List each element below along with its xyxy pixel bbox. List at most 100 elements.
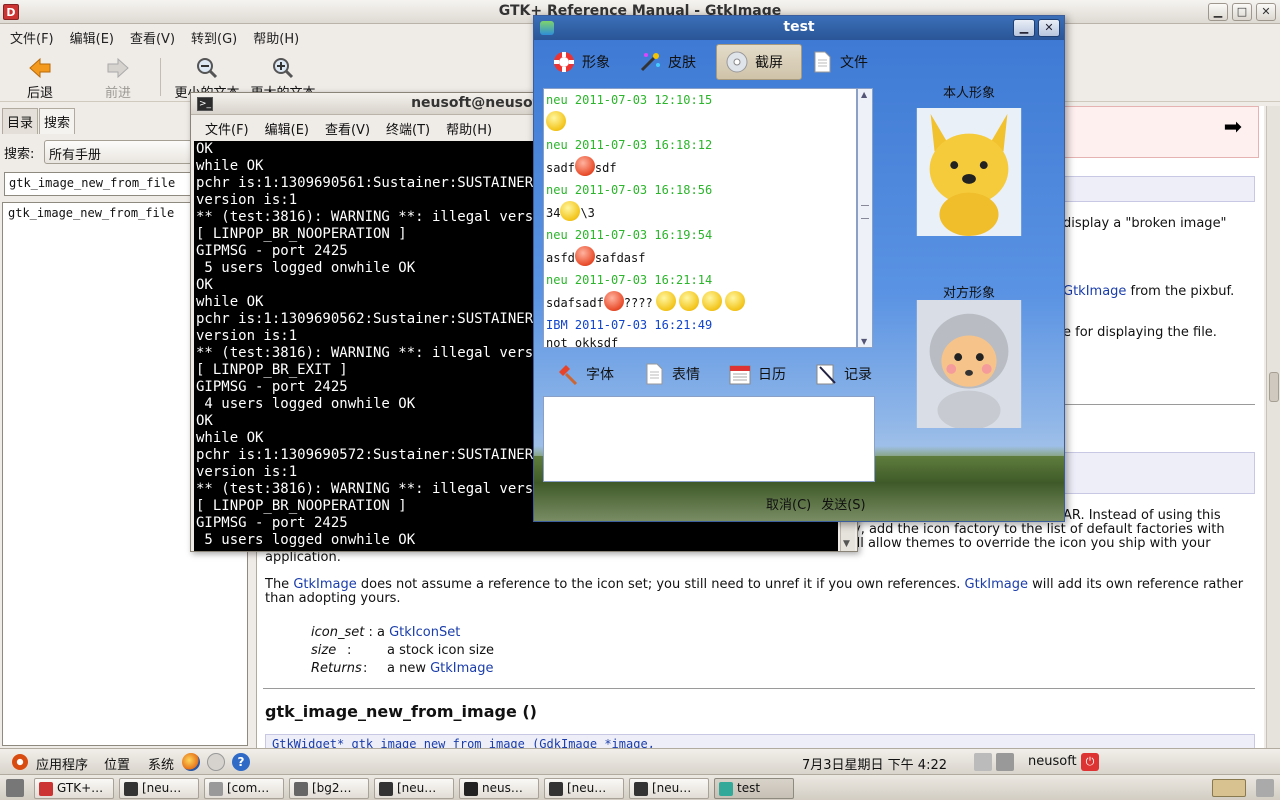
terminal-menu-help[interactable]: 帮助(H)	[440, 115, 498, 139]
applications-menu[interactable]: 应用程序	[36, 754, 88, 773]
trash-icon[interactable]	[1256, 779, 1274, 797]
close-button[interactable]: ✕	[1256, 3, 1276, 21]
peer-avatar-label: 对方形象	[942, 286, 995, 301]
chat-history[interactable]: neu 2011-07-03 12:10:15 neu 2011-07-03 16…	[543, 88, 857, 348]
taskbar-button[interactable]: neus…	[459, 778, 539, 799]
taskbar-button-label: [bg2…	[312, 781, 352, 795]
message-body: 34 \3	[546, 199, 842, 226]
chat-history-scrollbar[interactable]: ▲ ▼	[857, 88, 873, 348]
calendar-tool-button[interactable]: 日历	[720, 356, 806, 392]
chat-close-button[interactable]: ✕	[1038, 19, 1060, 37]
section-heading: gtk_image_new_from_image ()	[265, 702, 537, 721]
workspace-switcher[interactable]	[1212, 779, 1246, 797]
terminal-menu-terminal[interactable]: 终端(T)	[380, 115, 436, 139]
taskbar-button[interactable]: [com…	[204, 778, 284, 799]
skin-tool-button[interactable]: 皮肤	[630, 44, 716, 80]
cancel-button[interactable]: 取消(C)	[766, 494, 811, 513]
mail-icon[interactable]	[207, 753, 225, 771]
taskbar-button-label: neus…	[482, 781, 523, 795]
terminal-menu-edit[interactable]: 编辑(E)	[259, 115, 315, 139]
chat-minimize-button[interactable]: ▁	[1013, 19, 1035, 37]
maximize-button[interactable]: □	[1232, 3, 1252, 21]
terminal-line: 5 users logged onwhile OK	[196, 532, 416, 548]
firefox-icon[interactable]	[182, 753, 200, 771]
message-header: neu 2011-07-03 16:21:14	[546, 273, 713, 287]
taskbar-button-label: [neu…	[652, 781, 692, 795]
gtkimage-link[interactable]: GtkImage	[965, 577, 1028, 592]
arrow-left-icon	[29, 57, 51, 79]
terminal-menu-view[interactable]: 查看(V)	[319, 115, 376, 139]
history-tool-button[interactable]: 记录	[806, 356, 892, 392]
peer-avatar-image[interactable]	[916, 300, 1022, 428]
clock-datetime[interactable]: 7月3日星期日 下午 4:22	[802, 754, 947, 773]
window-icon	[39, 782, 53, 796]
chevron-down-icon[interactable]: ▼	[843, 539, 850, 549]
back-label: 后退	[26, 86, 53, 101]
window-icon	[209, 782, 223, 796]
scrollbar-thumb[interactable]	[1269, 372, 1279, 402]
taskbar-button[interactable]: [neu…	[629, 778, 709, 799]
chevron-up-icon[interactable]: ▲	[861, 90, 867, 99]
doc-text: application.	[265, 550, 341, 565]
taskbar-button[interactable]: test	[714, 778, 794, 799]
ubuntu-logo-icon[interactable]	[12, 754, 28, 770]
disc-icon	[726, 51, 748, 73]
file-tool-button[interactable]: 文件	[802, 44, 888, 80]
menu-file[interactable]: 文件(F)	[4, 24, 60, 48]
tab-contents[interactable]: 目录	[2, 108, 39, 134]
forward-button[interactable]: 前进	[88, 56, 148, 101]
taskbar-button[interactable]: [neu…	[544, 778, 624, 799]
arrow-right-icon	[107, 57, 129, 79]
tab-search[interactable]: 搜索	[39, 108, 76, 134]
self-avatar-image[interactable]	[916, 108, 1022, 236]
menu-go[interactable]: 转到(G)	[185, 24, 243, 48]
network-icon[interactable]	[974, 753, 992, 771]
taskbar-button[interactable]: [neu…	[119, 778, 199, 799]
volume-icon[interactable]	[996, 753, 1014, 771]
window-icon	[124, 782, 138, 796]
power-icon[interactable]: ⏻	[1081, 753, 1099, 771]
terminal-menu-file[interactable]: 文件(F)	[199, 115, 255, 139]
screenshot-tool-button[interactable]: 截屏	[716, 44, 802, 80]
gtkiconset-link[interactable]: GtkIconSet	[389, 625, 460, 640]
emoticon-icon	[574, 246, 595, 266]
chevron-down-icon[interactable]: ▼	[861, 337, 867, 346]
taskbar-button[interactable]: [bg2…	[289, 778, 369, 799]
taskbar-button[interactable]: [neu…	[374, 778, 454, 799]
gtkimage-link[interactable]: GtkImage	[1063, 284, 1126, 299]
menu-edit[interactable]: 编辑(E)	[64, 24, 120, 48]
minimize-button[interactable]: ▁	[1208, 3, 1228, 21]
system-menu[interactable]: 系统	[148, 754, 174, 773]
emoticon-tool-button[interactable]: 表情	[634, 356, 720, 392]
doc-text: e for displaying the file.	[1063, 325, 1217, 340]
emoticon-icon	[678, 291, 699, 311]
avatar-tool-button[interactable]: 形象	[544, 44, 630, 80]
doc-paragraph: The GtkImage does not assume a reference…	[265, 577, 1244, 592]
font-tool-button[interactable]: 字体	[548, 356, 634, 392]
doc-text: ill allow themes to override the icon yo…	[853, 536, 1211, 551]
search-input[interactable]: gtk_image_new_from_file	[4, 172, 192, 196]
gtkimage-link[interactable]: GtkImage	[430, 661, 493, 676]
menu-view[interactable]: 查看(V)	[124, 24, 181, 48]
document-scrollbar[interactable]	[1266, 106, 1280, 748]
places-menu[interactable]: 位置	[104, 754, 130, 773]
taskbar: GTK+… [neu… [com… [bg2… [neu… neus… [neu… [neu……	[0, 774, 1280, 800]
chat-message-input[interactable]	[543, 396, 875, 482]
zoom-out-icon	[197, 58, 218, 79]
taskbar-button-label: [com…	[227, 781, 270, 795]
show-desktop-icon[interactable]	[6, 779, 24, 797]
menu-help[interactable]: 帮助(H)	[247, 24, 305, 48]
chat-title: test	[783, 19, 815, 35]
scrollbar-thumb[interactable]	[861, 205, 869, 219]
user-name[interactable]: neusoft	[1028, 754, 1077, 769]
search-label: 搜索:	[4, 147, 35, 162]
help-icon[interactable]: ?	[232, 753, 250, 771]
emoticon-icon	[560, 201, 581, 221]
gtkimage-link[interactable]: GtkImage	[293, 577, 356, 592]
taskbar-button[interactable]: GTK+…	[34, 778, 114, 799]
back-button[interactable]: 后退	[10, 56, 70, 101]
send-button[interactable]: 发送(S)	[821, 494, 865, 513]
param-row: Returns :a new GtkImage	[311, 661, 494, 676]
chat-titlebar[interactable]: test ▁ ✕	[534, 16, 1064, 40]
notepad-pen-icon	[816, 364, 836, 385]
